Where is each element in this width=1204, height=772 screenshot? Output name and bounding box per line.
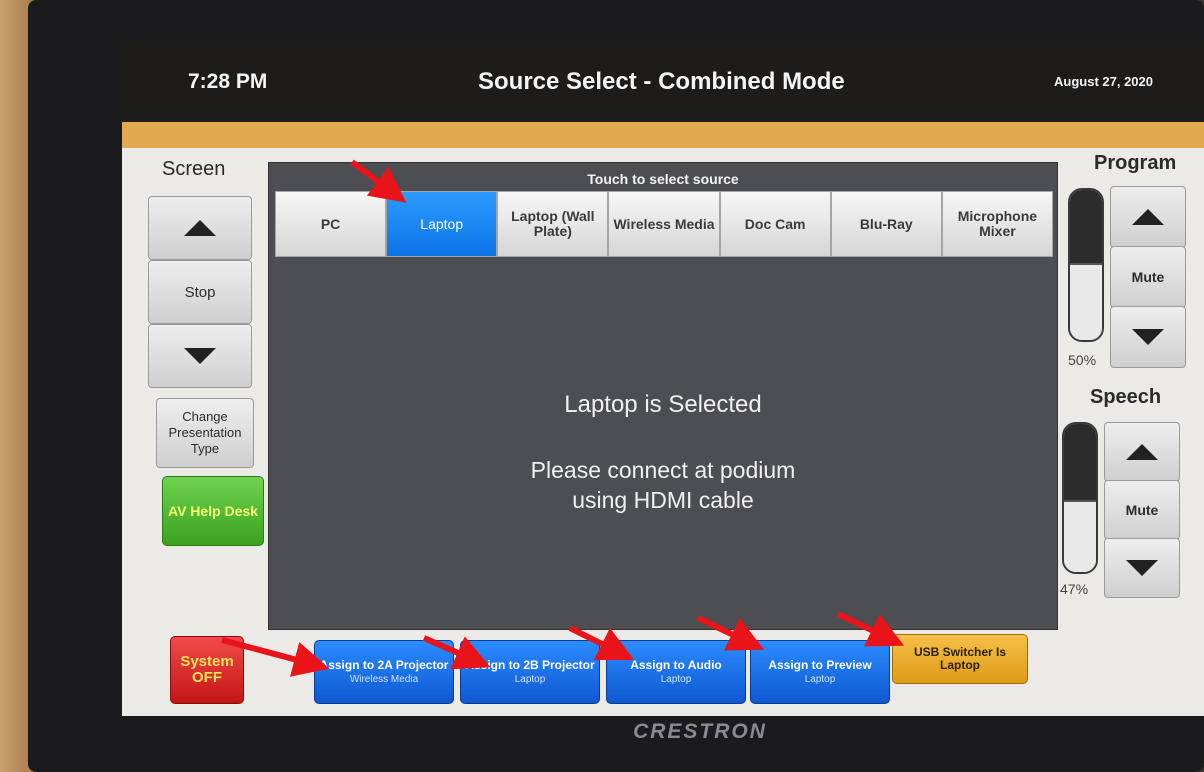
assign-2a-projector-button[interactable]: Assign to 2A Projector Wireless Media	[314, 640, 454, 704]
source-doc-cam-button[interactable]: Doc Cam	[719, 191, 831, 257]
page-title: Source Select - Combined Mode	[478, 68, 845, 95]
source-microphone-mixer-button[interactable]: Microphone Mixer	[941, 191, 1053, 257]
program-mute-button[interactable]: Mute	[1110, 246, 1186, 308]
assign-2b-projector-button[interactable]: Assign to 2B Projector Laptop	[460, 640, 600, 704]
speech-heading: Speech	[1090, 386, 1162, 408]
assign-audio-label: Assign to Audio	[630, 658, 722, 672]
touch-screen: 7:28 PM Source Select - Combined Mode Au…	[122, 38, 1204, 716]
instruction-line-1: Please connect at podium	[530, 457, 796, 483]
arrow-up-icon	[1132, 209, 1164, 225]
program-heading: Program	[1094, 152, 1177, 174]
source-select-panel: Touch to select source PC Laptop Laptop …	[268, 162, 1058, 630]
assign-preview-button[interactable]: Assign to Preview Laptop	[750, 640, 890, 704]
speech-volume-up-button[interactable]	[1104, 422, 1180, 482]
crestron-logo: CRESTRON	[633, 720, 767, 743]
speech-meter-fill	[1064, 500, 1096, 572]
usb-switcher-button[interactable]: USB Switcher Is Laptop	[892, 634, 1028, 684]
screen-up-button[interactable]	[148, 196, 252, 260]
clock: 7:28 PM	[188, 70, 268, 93]
change-presentation-type-button[interactable]: Change Presentation Type	[156, 398, 254, 468]
program-meter-empty	[1070, 190, 1102, 265]
header-bar: 7:28 PM Source Select - Combined Mode Au…	[122, 38, 1204, 122]
source-blu-ray-button[interactable]: Blu-Ray	[830, 191, 942, 257]
arrow-down-icon	[1132, 329, 1164, 345]
source-prompt: Touch to select source	[587, 171, 739, 187]
speech-volume-percent: 47%	[1060, 581, 1089, 597]
assign-2b-label: Assign to 2B Projector	[465, 658, 595, 672]
speech-volume-meter	[1062, 422, 1098, 574]
assign-2b-source: Laptop	[514, 674, 546, 685]
source-laptop-button[interactable]: Laptop	[386, 191, 498, 257]
screen-down-button[interactable]	[148, 324, 252, 388]
arrow-up-icon	[1126, 444, 1158, 460]
assign-audio-source: Laptop	[660, 674, 692, 685]
assign-audio-button[interactable]: Assign to Audio Laptop	[606, 640, 746, 704]
arrow-down-icon	[1126, 560, 1158, 576]
assign-preview-label: Assign to Preview	[768, 658, 872, 672]
speech-mute-button[interactable]: Mute	[1104, 480, 1180, 540]
source-laptop-wall-plate-button[interactable]: Laptop (Wall Plate)	[497, 191, 609, 257]
av-help-desk-button[interactable]: AV Help Desk	[162, 476, 264, 546]
screen-stop-button[interactable]: Stop	[148, 260, 252, 324]
instruction-line-2: using HDMI cable	[572, 487, 754, 513]
date: August 27, 2020	[1054, 74, 1153, 89]
source-button-row: PC Laptop Laptop (Wall Plate) Wireless M…	[275, 191, 1053, 257]
assign-2a-label: Assign to 2A Projector	[319, 658, 449, 672]
program-volume-up-button[interactable]	[1110, 186, 1186, 248]
program-volume-down-button[interactable]	[1110, 306, 1186, 368]
program-volume-percent: 50%	[1068, 352, 1097, 368]
source-wireless-media-button[interactable]: Wireless Media	[608, 191, 720, 257]
program-volume-meter	[1068, 188, 1104, 342]
source-pc-button[interactable]: PC	[275, 191, 387, 257]
assign-preview-source: Laptop	[804, 674, 836, 685]
connection-instructions: Please connect at podium using HDMI cabl…	[269, 455, 1057, 515]
accent-bar	[122, 122, 1204, 148]
arrow-up-icon	[184, 220, 216, 236]
screen-heading: Screen	[162, 158, 226, 180]
selected-source-status: Laptop is Selected	[564, 391, 762, 418]
system-off-button[interactable]: System OFF	[170, 636, 244, 704]
arrow-down-icon	[184, 348, 216, 364]
assign-2a-source: Wireless Media	[349, 674, 419, 685]
speech-meter-empty	[1064, 424, 1096, 503]
speech-volume-down-button[interactable]	[1104, 538, 1180, 598]
program-meter-fill	[1070, 263, 1102, 340]
